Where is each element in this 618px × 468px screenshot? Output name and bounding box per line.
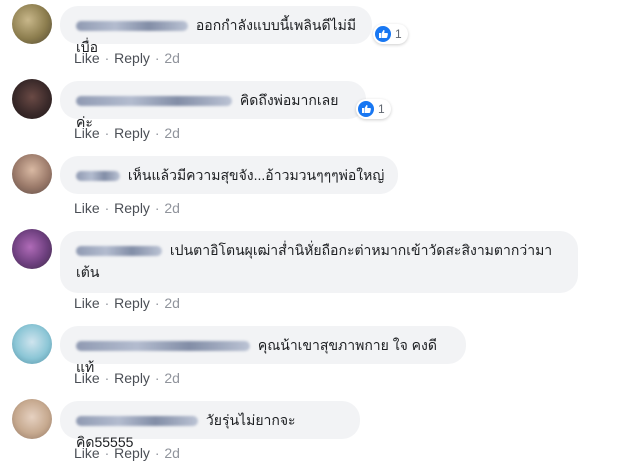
commenter-name[interactable]: [76, 171, 120, 182]
like-link[interactable]: Like: [74, 445, 100, 461]
reply-link[interactable]: Reply: [114, 50, 150, 66]
timestamp[interactable]: 2d: [164, 200, 180, 216]
avatar[interactable]: [12, 399, 52, 439]
commenter-name[interactable]: [76, 416, 198, 427]
comment-text-line-2: เต้น: [76, 264, 100, 280]
timestamp[interactable]: 2d: [164, 445, 180, 461]
timestamp[interactable]: 2d: [164, 125, 180, 141]
reaction-count[interactable]: 1: [356, 99, 391, 119]
avatar[interactable]: [12, 154, 52, 194]
comment-bubble: คุณน้าเขาสุขภาพกาย ใจ คงดีแท้: [60, 326, 466, 375]
separator: ·: [154, 50, 160, 66]
reply-link[interactable]: Reply: [114, 125, 150, 141]
reaction-count[interactable]: 1: [373, 24, 408, 44]
comment-actions: Like · Reply · 2d: [74, 125, 180, 141]
comment-text: เห็นแล้วมีความสุขจัง...อ้าวมวนๆๆๆพ่อใหญ่: [127, 167, 385, 183]
commenter-name[interactable]: [76, 21, 188, 32]
reply-link[interactable]: Reply: [114, 200, 150, 216]
separator: ·: [154, 370, 160, 386]
avatar[interactable]: [12, 79, 52, 119]
reaction-number: 1: [395, 27, 402, 41]
avatar[interactable]: [12, 4, 52, 44]
separator: ·: [104, 295, 110, 311]
timestamp[interactable]: 2d: [164, 295, 180, 311]
separator: ·: [104, 370, 110, 386]
like-link[interactable]: Like: [74, 295, 100, 311]
timestamp[interactable]: 2d: [164, 50, 180, 66]
comment-actions: Like · Reply · 2d: [74, 295, 180, 311]
separator: ·: [154, 295, 160, 311]
separator: ·: [104, 125, 110, 141]
commenter-name[interactable]: [76, 341, 250, 352]
reply-link[interactable]: Reply: [114, 295, 150, 311]
commenter-name[interactable]: [76, 96, 232, 107]
timestamp[interactable]: 2d: [164, 370, 180, 386]
commenter-name[interactable]: [76, 246, 162, 257]
like-link[interactable]: Like: [74, 50, 100, 66]
comment-text-line-1: เปนตาอิโตนผุเฒ่าส่ำนิหั่ยถือกะต่าหมากเข้…: [169, 242, 553, 258]
comment-actions: Like · Reply · 2d: [74, 50, 180, 66]
like-link[interactable]: Like: [74, 125, 100, 141]
like-link[interactable]: Like: [74, 370, 100, 386]
like-icon: [358, 101, 374, 117]
comment-bubble: ออกกำลังแบบนี้เพลินดีไม่มีเบื่อ: [60, 6, 372, 55]
separator: ·: [154, 200, 160, 216]
reaction-number: 1: [378, 102, 385, 116]
avatar[interactable]: [12, 324, 52, 364]
avatar[interactable]: [12, 229, 52, 269]
comment-bubble: คิดถึงพ่อมากเลยค่ะ: [60, 81, 366, 130]
like-link[interactable]: Like: [74, 200, 100, 216]
reply-link[interactable]: Reply: [114, 370, 150, 386]
comment-bubble: เห็นแล้วมีความสุขจัง...อ้าวมวนๆๆๆพ่อใหญ่: [60, 156, 398, 194]
comment-bubble: วัยรุ่นไม่ยากจะคิด55555: [60, 401, 360, 450]
like-icon: [375, 26, 391, 42]
separator: ·: [104, 445, 110, 461]
reply-link[interactable]: Reply: [114, 445, 150, 461]
separator: ·: [104, 200, 110, 216]
separator: ·: [104, 50, 110, 66]
comment-actions: Like · Reply · 2d: [74, 445, 180, 461]
separator: ·: [154, 125, 160, 141]
comment-actions: Like · Reply · 2d: [74, 370, 180, 386]
comment-actions: Like · Reply · 2d: [74, 200, 180, 216]
separator: ·: [154, 445, 160, 461]
comment-bubble: เปนตาอิโตนผุเฒ่าส่ำนิหั่ยถือกะต่าหมากเข้…: [60, 231, 578, 293]
